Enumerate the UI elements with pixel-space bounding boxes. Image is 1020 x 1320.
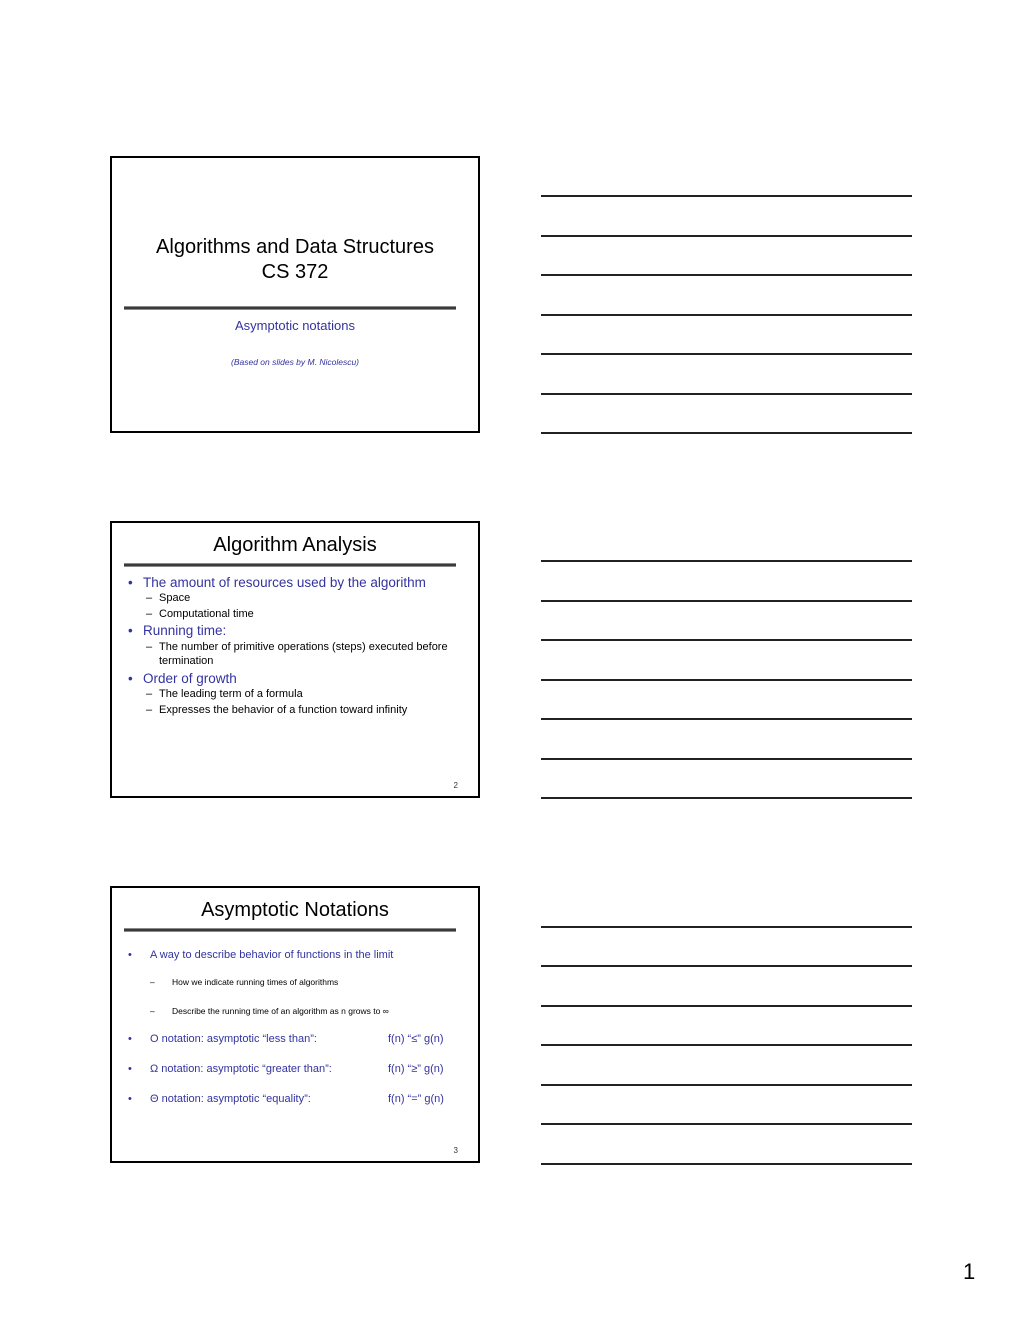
notation-text: Ω notation: asymptotic “greater than”:	[150, 1063, 332, 1075]
bullet-item: • The amount of resources used by the alg…	[128, 575, 468, 590]
slide-page-number: 2	[453, 781, 458, 790]
slide-title: Algorithm Analysis	[213, 534, 377, 556]
notation-text: O notation: asymptotic “less than”:	[150, 1033, 317, 1045]
sub-item: – Computational time	[128, 608, 468, 620]
bullet-text: Order of growth	[143, 671, 237, 686]
note-line	[541, 432, 912, 434]
note-line	[541, 1123, 912, 1125]
bullet-text: A way to describe behavior of functions …	[150, 949, 394, 961]
bullet-icon: •	[128, 1093, 132, 1105]
note-line	[541, 639, 912, 641]
course-title: Algorithms and Data Structures	[156, 236, 434, 258]
note-line	[541, 1084, 912, 1086]
notation-relation: f(n) “≥” g(n)	[388, 1063, 444, 1075]
sub-text: Describe the running time of an algorith…	[172, 1006, 389, 1016]
note-line	[541, 926, 912, 928]
title-rule	[124, 306, 456, 310]
notation-text: Θ notation: asymptotic “equality”:	[150, 1093, 311, 1105]
bullet-item: • Running time:	[128, 623, 468, 638]
dash-icon: –	[146, 641, 153, 653]
note-line	[541, 758, 912, 760]
handout-page-number: 1	[963, 1259, 976, 1284]
sub-item: – Expresses the behavior of a function to…	[128, 704, 468, 716]
sub-text: Expresses the behavior of a function tow…	[159, 704, 408, 716]
slide-2-algorithm-analysis: Algorithm Analysis • The amount of resour…	[110, 521, 480, 798]
sub-text: The number of primitive operations (step…	[159, 641, 448, 667]
note-line	[541, 797, 912, 799]
note-line	[541, 560, 912, 562]
note-line	[541, 235, 912, 237]
note-line	[541, 718, 912, 720]
slide-title: Asymptotic Notations	[201, 899, 389, 921]
note-line	[541, 1044, 912, 1046]
notation-relation: f(n) “=” g(n)	[388, 1093, 444, 1105]
slide-3-asymptotic-notations: Asymptotic Notations • A way to describe…	[110, 886, 480, 1163]
title-rule	[124, 563, 456, 567]
note-line	[541, 393, 912, 395]
note-line	[541, 314, 912, 316]
bullet-text: The amount of resources used by the algo…	[143, 575, 426, 590]
note-line	[541, 965, 912, 967]
bullet-icon: •	[128, 1033, 132, 1045]
slide-content: • The amount of resources used by the alg…	[128, 575, 468, 716]
slide-subtitle: Asymptotic notations	[235, 318, 355, 333]
note-line	[541, 600, 912, 602]
note-line	[541, 353, 912, 355]
bullet-icon: •	[128, 623, 133, 638]
bullet-item: • Order of growth	[128, 671, 468, 686]
note-line	[541, 274, 912, 276]
course-code: CS 372	[261, 261, 329, 283]
bullet-icon: •	[128, 671, 133, 686]
slide-1-title: Algorithms and Data Structures CS 372 As…	[110, 156, 480, 433]
slide-title: Algorithms and Data Structures CS 372	[112, 235, 478, 285]
note-line	[541, 679, 912, 681]
title-rule	[124, 928, 456, 932]
dash-icon: –	[146, 608, 153, 620]
dash-icon: –	[146, 688, 153, 700]
sub-text: Computational time	[159, 608, 254, 620]
dash-icon: –	[150, 1006, 155, 1016]
sub-item: – The leading term of a formula	[128, 688, 468, 700]
sub-item: – The number of primitive operations (ste…	[128, 640, 468, 668]
bullet-icon: •	[128, 1063, 132, 1075]
notation-relation: f(n) “≤” g(n)	[388, 1033, 444, 1045]
slide-page-number: 3	[453, 1146, 458, 1155]
sub-text: Space	[159, 592, 191, 604]
bullet-icon: •	[128, 575, 133, 590]
sub-text: The leading term of a formula	[159, 688, 303, 700]
sub-text: How we indicate running times of algorit…	[172, 977, 339, 987]
dash-icon: –	[146, 704, 153, 716]
dash-icon: –	[150, 977, 155, 987]
slide-credit: (Based on slides by M. Nicolescu)	[230, 357, 360, 367]
dash-icon: –	[146, 592, 153, 604]
note-line	[541, 195, 912, 197]
note-line	[541, 1163, 912, 1165]
sub-item: – Space	[128, 592, 468, 604]
bullet-text: Running time:	[143, 623, 227, 638]
bullet-icon: •	[128, 949, 132, 961]
note-line	[541, 1005, 912, 1007]
